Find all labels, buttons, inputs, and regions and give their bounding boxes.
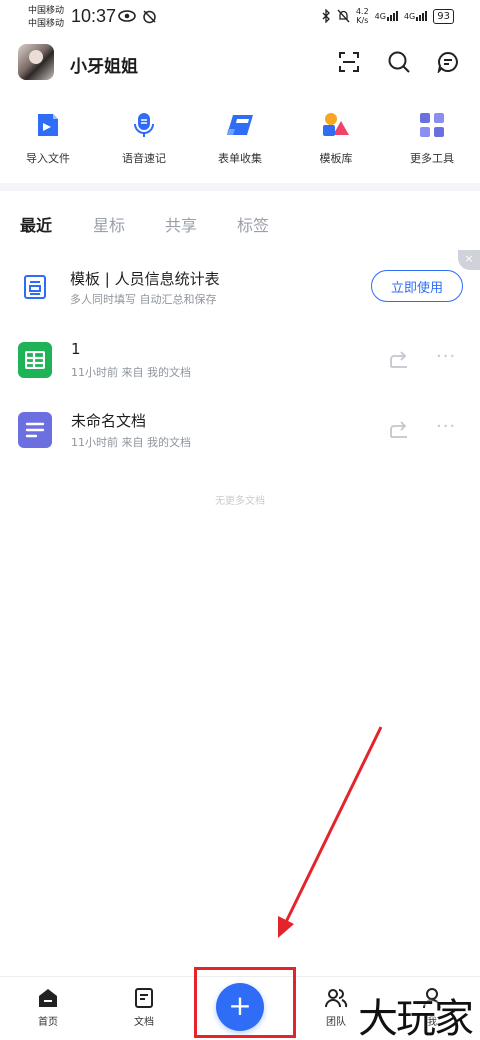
share-icon: [390, 421, 407, 438]
mute-bell-icon: [337, 9, 350, 23]
tool-import-file[interactable]: 导入文件: [0, 110, 96, 174]
status-system-icons: 4.2 K/s 4G 4G 93: [321, 7, 454, 25]
share-button[interactable]: [388, 348, 410, 370]
watermark-logo: 大玩家: [358, 996, 474, 1040]
carrier-info: 中国移动 中国移动: [28, 5, 64, 31]
status-bar: 中国移动 中国移动 10:37 4.2 K/s 4G 4G 93: [0, 0, 480, 36]
document-title: 未命名文档: [71, 412, 147, 430]
nav-team[interactable]: 团队: [306, 987, 366, 1028]
share-icon: [390, 351, 407, 368]
network-speed: 4.2 K/s: [355, 7, 369, 25]
annotation-highlight-box: [194, 967, 296, 1038]
share-button[interactable]: [388, 418, 410, 440]
list-item[interactable]: 1 11小时前 来自 我的文档 ···: [0, 330, 480, 390]
use-template-button[interactable]: 立即使用: [371, 270, 463, 302]
more-options-icon[interactable]: ···: [436, 348, 460, 370]
form-collect-icon: [225, 110, 255, 140]
tool-label: 表单收集: [218, 152, 262, 165]
tool-more-tools[interactable]: 更多工具: [384, 110, 480, 174]
signal-2-icon: 4G: [404, 11, 428, 21]
username[interactable]: 小牙姐姐: [70, 52, 138, 77]
import-file-icon: [33, 110, 63, 140]
tab-shared[interactable]: 共享: [165, 212, 197, 236]
document-meta: 11小时前 来自 我的文档: [71, 436, 191, 449]
tab-tags[interactable]: 标签: [237, 212, 269, 236]
signal-1-icon: 4G: [375, 11, 398, 21]
team-icon: [325, 989, 348, 1008]
tool-voice-note[interactable]: 语音速记: [96, 110, 192, 174]
end-of-list-text: 无更多文档: [215, 496, 265, 507]
avatar[interactable]: [18, 44, 54, 80]
nav-docs[interactable]: 文档: [114, 987, 174, 1028]
microphone-icon: [129, 110, 159, 140]
tool-label: 模板库: [319, 152, 353, 165]
nav-label: 团队: [326, 1017, 346, 1028]
tool-label: 导入文件: [26, 152, 70, 165]
template-subtitle: 多人同时填写 自动汇总和保存: [70, 293, 217, 306]
document-icon: [18, 412, 52, 448]
scan-button[interactable]: [333, 46, 365, 78]
message-icon: [437, 51, 458, 73]
list-item[interactable]: 未命名文档 11小时前 来自 我的文档 ···: [0, 400, 480, 460]
tool-form-collect[interactable]: 表单收集: [192, 110, 288, 174]
messages-button[interactable]: [432, 46, 464, 78]
nav-home[interactable]: 首页: [18, 987, 78, 1028]
carrier-2: 中国移动: [28, 19, 65, 29]
nav-label: 文档: [134, 1017, 154, 1028]
template-title: 模板 | 人员信息统计表: [70, 270, 220, 288]
doc-tabs: 最近 星标 共享 标签: [0, 208, 480, 238]
nav-label: 首页: [38, 1017, 58, 1028]
spreadsheet-icon: [18, 342, 52, 378]
tab-starred[interactable]: 星标: [93, 212, 125, 236]
template-shapes-icon: [321, 110, 351, 140]
scan-icon: [339, 52, 359, 72]
tool-template-library[interactable]: 模板库: [288, 110, 384, 174]
eye-icon: [118, 10, 136, 22]
bluetooth-icon: [322, 9, 330, 23]
app-header: 小牙姐姐: [0, 40, 480, 88]
search-button[interactable]: [383, 46, 415, 78]
battery-level: 93: [433, 8, 454, 24]
tab-recent[interactable]: 最近: [20, 212, 52, 236]
document-title: 1: [71, 340, 81, 358]
alarm-off-icon: [143, 10, 156, 24]
home-icon: [39, 989, 57, 1007]
template-doc-icon: [22, 274, 48, 300]
tool-label: 更多工具: [410, 152, 454, 165]
quick-tools: 导入文件 语音速记 表单收集 模板库 更多工具: [0, 110, 480, 174]
clock: 10:37: [71, 6, 117, 26]
status-notification-icons: [118, 9, 157, 24]
search-icon: [388, 51, 410, 73]
carrier-1: 中国移动: [28, 6, 65, 16]
close-icon[interactable]: ×: [458, 250, 480, 270]
grid-apps-icon: [417, 110, 447, 140]
document-meta: 11小时前 来自 我的文档: [71, 366, 191, 379]
tool-label: 语音速记: [122, 152, 166, 165]
docs-icon: [135, 988, 153, 1008]
section-divider: [0, 183, 480, 191]
more-options-icon[interactable]: ···: [436, 418, 460, 440]
template-recommendation[interactable]: × 模板 | 人员信息统计表 多人同时填写 自动汇总和保存 立即使用: [0, 250, 480, 322]
